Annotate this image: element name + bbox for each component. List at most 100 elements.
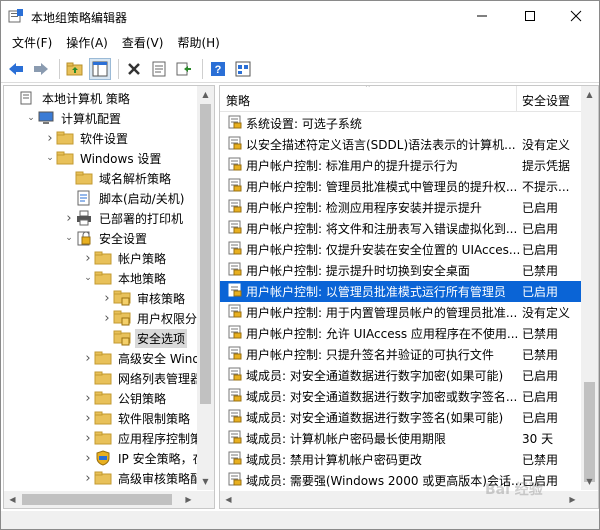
policy-row[interactable]: 用户帐户控制: 允许 UIAccess 应用程序在不使用... 已禁用	[220, 323, 582, 344]
back-button[interactable]	[5, 58, 27, 80]
collapsed-chevron-icon[interactable]: ›	[82, 388, 94, 408]
tree-scroll-thumb[interactable]	[200, 104, 211, 404]
column-divider[interactable]	[516, 86, 517, 112]
expanded-chevron-icon[interactable]: ⌄	[82, 268, 94, 288]
list-scroll-thumb[interactable]	[584, 382, 595, 482]
policy-row[interactable]: 用户帐户控制: 以管理员批准模式运行所有管理员 已启用	[220, 281, 582, 302]
collapsed-chevron-icon[interactable]: ›	[82, 248, 94, 268]
tree-node[interactable]: 本地计算机 策略	[6, 88, 132, 108]
forward-button[interactable]	[30, 58, 52, 80]
menu-help[interactable]: 帮助(H)	[170, 33, 226, 53]
policy-setting-icon	[220, 325, 246, 342]
view-button[interactable]	[232, 58, 254, 80]
tree-node[interactable]: › 应用程序控制策略	[82, 428, 214, 448]
policy-row[interactable]: 用户帐户控制: 只提升签名并验证的可执行文件 已禁用	[220, 344, 582, 365]
tree-node[interactable]: › 软件设置	[44, 128, 130, 148]
menu-action[interactable]: 操作(A)	[59, 33, 115, 53]
tree-node[interactable]: › 高级审核策略配置	[82, 468, 214, 488]
scroll-up-icon[interactable]: ▲	[197, 86, 214, 103]
policy-row[interactable]: 用户帐户控制: 检测应用程序安装并提示提升 已启用	[220, 197, 582, 218]
tree-node[interactable]: 脚本(启动/关机)	[63, 188, 186, 208]
expanded-chevron-icon[interactable]: ⌄	[25, 108, 37, 128]
policy-list-pane[interactable]: ⌃ 策略 安全设置 系统设置: 可选子系统 以安全描述符定义语言(SDDL)语法表…	[219, 85, 599, 509]
tree-node[interactable]: › 软件限制策略	[82, 408, 192, 428]
collapsed-chevron-icon[interactable]: ›	[82, 448, 94, 468]
tree-node[interactable]: › 已部署的打印机	[63, 208, 185, 228]
close-button[interactable]	[553, 1, 599, 31]
tree-node[interactable]: › 公钥策略	[82, 388, 168, 408]
policy-setting-value: 已禁用	[522, 327, 559, 341]
policy-row[interactable]: 域成员: 计算机帐户密码最长使用期限 30 天	[220, 428, 582, 449]
policy-row[interactable]: 域成员: 对安全通道数据进行数字加密(如果可能) 已启用	[220, 365, 582, 386]
tree-node[interactable]: ⌄ Windows 设置	[44, 148, 163, 168]
collapsed-chevron-icon[interactable]: ›	[82, 348, 94, 368]
tree-node[interactable]: 网络列表管理器策	[82, 368, 214, 388]
tree-horizontal-scrollbar[interactable]: ◀ ▶	[4, 491, 214, 508]
column-header-setting[interactable]: 安全设置	[522, 92, 570, 109]
policy-row[interactable]: 用户帐户控制: 管理员批准模式中管理员的提升权... 不提示...	[220, 176, 582, 197]
minimize-button[interactable]	[459, 1, 505, 31]
policy-row[interactable]: 域成员: 禁用计算机帐户密码更改 已禁用	[220, 449, 582, 470]
scroll-left-icon[interactable]: ◀	[220, 491, 237, 508]
delete-button[interactable]	[123, 58, 145, 80]
menu-view[interactable]: 查看(V)	[115, 33, 171, 53]
policy-row[interactable]: 用户帐户控制: 用于内置管理员帐户的管理员批准... 没有定义	[220, 302, 582, 323]
policy-row[interactable]: 用户帐户控制: 标准用户的提升提示行为 提示凭据	[220, 155, 582, 176]
policy-row[interactable]: 以安全描述符定义语言(SDDL)语法表示的计算机... 没有定义	[220, 134, 582, 155]
tree-node[interactable]: › 高级安全 Window	[82, 348, 214, 368]
maximize-button[interactable]	[507, 1, 553, 31]
scroll-left-icon[interactable]: ◀	[4, 491, 21, 508]
collapsed-chevron-icon[interactable]: ›	[101, 288, 113, 308]
tree-node[interactable]: ⌄ 本地策略	[82, 268, 168, 288]
collapsed-chevron-icon[interactable]: ›	[82, 428, 94, 448]
scroll-down-icon[interactable]: ▼	[581, 473, 598, 490]
policy-row[interactable]: 用户帐户控制: 仅提升安装在安全位置的 UIAcces... 已启用	[220, 239, 582, 260]
collapsed-chevron-icon[interactable]: ›	[82, 408, 94, 428]
tree-node[interactable]: 安全选项	[101, 328, 188, 348]
tree-node[interactable]: › 帐户策略	[82, 248, 168, 268]
policy-row[interactable]: 域成员: 对安全通道数据进行数字签名(如果可能) 已启用	[220, 407, 582, 428]
expanded-chevron-icon[interactable]: ⌄	[44, 148, 56, 168]
show-hide-tree-button[interactable]	[89, 57, 111, 80]
column-header-policy[interactable]: 策略	[226, 92, 250, 109]
menu-file[interactable]: 文件(F)	[5, 33, 59, 53]
tree-node[interactable]: ⌄ 计算机配置	[25, 108, 123, 128]
tree-node[interactable]: › IP 安全策略，在	[82, 448, 207, 468]
collapsed-chevron-icon[interactable]: ›	[82, 468, 94, 488]
policy-setting-value: 已禁用	[522, 453, 559, 467]
scroll-right-icon[interactable]: ▶	[180, 491, 197, 508]
policy-row[interactable]: 域成员: 对安全通道数据进行数字加密或数字签名... 已启用	[220, 386, 582, 407]
up-folder-button[interactable]	[64, 58, 86, 80]
list-vertical-scrollbar[interactable]: ▲ ▼	[581, 86, 598, 490]
collapsed-chevron-icon[interactable]: ›	[101, 308, 113, 328]
tree-node-label: 帐户策略	[118, 251, 167, 266]
tree-node[interactable]: 域名解析策略	[63, 168, 173, 188]
policy-row[interactable]: 用户帐户控制: 提示提升时切换到安全桌面 已禁用	[220, 260, 582, 281]
scroll-right-icon[interactable]: ▶	[564, 491, 581, 508]
properties-button[interactable]	[148, 58, 170, 80]
policy-row[interactable]: 系统设置: 可选子系统	[220, 113, 582, 134]
ipsec-icon	[94, 450, 112, 466]
help-icon: ?	[211, 61, 225, 76]
folder-icon	[94, 350, 112, 366]
expanded-chevron-icon[interactable]: ⌄	[63, 228, 75, 248]
tree-node[interactable]: › 审核策略	[101, 288, 187, 308]
scroll-down-icon[interactable]: ▼	[197, 473, 214, 490]
collapsed-chevron-icon[interactable]: ›	[44, 128, 56, 148]
tree-node[interactable]: › 用户权限分配	[101, 308, 211, 328]
help-button[interactable]: ?	[207, 58, 229, 80]
tree-pane[interactable]: 本地计算机 策略 ⌄ 计算机配置 › 软件设置 ⌄ Windows 设置 域名解析策略 脚本(启…	[3, 85, 215, 509]
policy-name: 用户帐户控制: 用于内置管理员帐户的管理员批准...	[246, 306, 518, 320]
scroll-up-icon[interactable]: ▲	[581, 86, 598, 103]
policy-setting-icon	[220, 220, 246, 237]
tree-node[interactable]: ⌄ 安全设置	[63, 228, 149, 248]
window-title: 本地组策略编辑器	[31, 11, 128, 25]
tree-vertical-scrollbar[interactable]: ▲ ▼	[197, 86, 214, 490]
tree-hscroll-thumb[interactable]	[22, 494, 172, 505]
collapsed-chevron-icon[interactable]: ›	[63, 208, 75, 228]
export-button[interactable]	[173, 58, 195, 80]
policy-name: 用户帐户控制: 提示提升时切换到安全桌面	[246, 264, 470, 278]
policy-row[interactable]: 用户帐户控制: 将文件和注册表写入错误虚拟化到... 已启用	[220, 218, 582, 239]
policy-name: 域成员: 对安全通道数据进行数字加密(如果可能)	[246, 369, 504, 383]
